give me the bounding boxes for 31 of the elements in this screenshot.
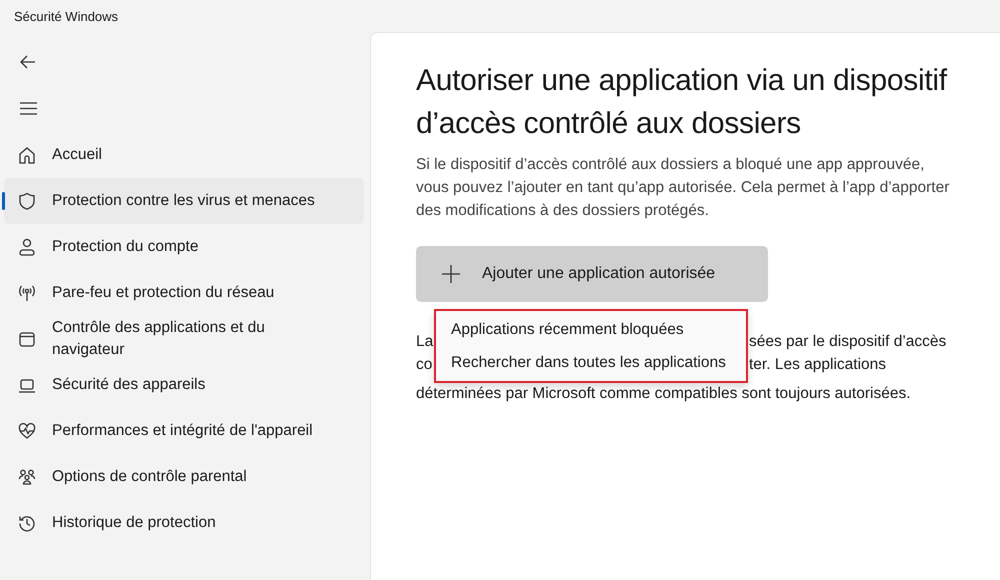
plus-icon [442,265,460,283]
sidebar-item[interactable]: Historique de protection [4,500,364,546]
person-icon [18,238,36,256]
sidebar-item[interactable]: Pare-feu et protection du réseau [4,270,364,316]
sidebar-item[interactable]: Protection contre les virus et menaces [4,178,364,224]
antenna-icon [18,284,36,302]
sidebar-item[interactable]: Accueil [4,132,364,178]
home-icon [18,146,36,164]
sidebar-item[interactable]: Options de contrôle parental [4,454,364,500]
family-icon [18,468,36,486]
history-icon [18,514,36,532]
text-fragment: ter. Les applications [749,355,886,375]
text-fragment: La [416,332,434,352]
menu-item[interactable]: Rechercher dans toutes les applications [436,346,746,379]
page-title: Autoriser une application via un dispositif d’accès contrôlé aux dossiers [416,63,948,142]
sidebar-item[interactable]: Protection du compte [4,224,364,270]
window-title: Sécurité Windows [14,8,118,24]
heart-pulse-icon [18,422,36,440]
sidebar-item[interactable]: Performances et intégrité de l'appareil [4,408,364,454]
menu-icon [20,102,36,114]
text-fragment: déterminées par Microsoft comme compatibles sont toujours autorisées. [416,385,910,402]
description-text: Si le dispositif d’accès contrôlé aux dossiers a bloqué une app approuvée, vous pouvez l’ajouter en tant qu’app autorisée. Cela permet à l’app d’apporter des modifications à des dossiers protégés. [416,155,950,221]
back-arrow-icon [20,55,36,69]
menu-item[interactable]: Applications récemment bloquées [436,313,746,346]
window-icon [18,330,36,348]
shield-icon [18,192,36,210]
sidebar-item[interactable]: Contrôle des applications et du navigateur [4,316,364,362]
text-fragment: co [416,355,432,375]
sidebar-item[interactable]: Sécurité des appareils [4,362,364,408]
add-app-button[interactable]: Ajouter une application autorisée [416,246,768,302]
text-fragment: sées par le dispositif d’accès [749,332,946,352]
